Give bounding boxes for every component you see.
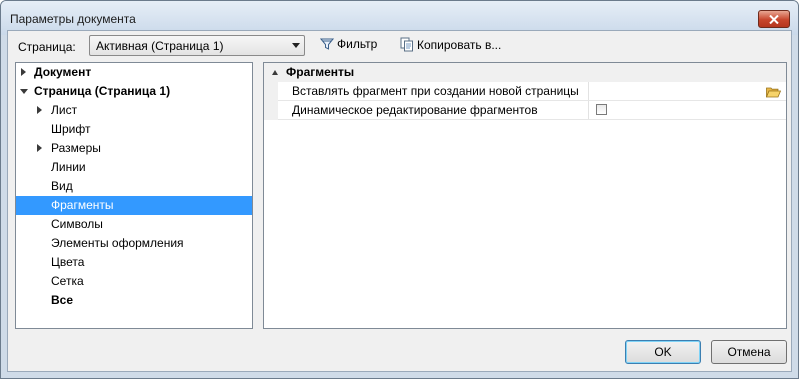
page-select[interactable]: Активная (Страница 1): [89, 35, 305, 56]
property-row-insert-fragment[interactable]: Вставлять фрагмент при создании новой ст…: [278, 82, 786, 101]
chevron-down-icon: [292, 43, 300, 48]
window-title: Параметры документа: [10, 12, 136, 26]
tree-item-dimensions[interactable]: Размеры: [16, 139, 252, 158]
column-divider: [588, 101, 589, 119]
filter-icon: [320, 38, 334, 50]
tree-item-label: Элементы оформления: [51, 236, 184, 250]
cancel-button[interactable]: Отмена: [711, 340, 787, 364]
dynamic-editing-checkbox[interactable]: [596, 104, 607, 115]
tree-item-label: Все: [51, 293, 74, 307]
tree-item-font[interactable]: Шрифт: [16, 120, 252, 139]
copy-to-label: Копировать в...: [417, 37, 502, 52]
close-button[interactable]: [758, 10, 790, 28]
tree-item-label: Лист: [51, 103, 78, 117]
tree-item-symbols[interactable]: Символы: [16, 215, 252, 234]
property-name: Динамическое редактирование фрагментов: [292, 103, 538, 117]
page-select-value: Активная (Страница 1): [96, 39, 224, 53]
tree-item-page[interactable]: Страница (Страница 1): [16, 82, 252, 101]
category-row-fragments[interactable]: Фрагменты: [264, 63, 786, 82]
expand-icon[interactable]: [21, 68, 26, 76]
tree-item-label: Линии: [51, 160, 86, 174]
property-name: Вставлять фрагмент при создании новой ст…: [292, 84, 579, 98]
tree-item-label: Шрифт: [51, 122, 91, 136]
dialog-window: Параметры документа Страница: Активная (…: [0, 0, 799, 379]
tree-item-design-elements[interactable]: Элементы оформления: [16, 234, 252, 253]
tree-item-label: Сетка: [51, 274, 84, 288]
tree-item-fragments[interactable]: Фрагменты: [16, 196, 252, 215]
column-divider: [588, 82, 589, 100]
tree-item-lines[interactable]: Линии: [16, 158, 252, 177]
tree-item-label: Символы: [51, 217, 103, 231]
tree-item-label: Страница (Страница 1): [34, 84, 171, 98]
expand-icon[interactable]: [37, 106, 42, 114]
property-grid: Фрагменты Вставлять фрагмент при создани…: [263, 62, 787, 329]
tree-item-label: Фрагменты: [51, 198, 114, 212]
page-label: Страница:: [18, 40, 76, 54]
tree-item-document[interactable]: Документ: [16, 63, 252, 82]
expand-icon[interactable]: [37, 144, 42, 152]
tree-item-view[interactable]: Вид: [16, 177, 252, 196]
copy-to-button[interactable]: Копировать в...: [400, 37, 501, 52]
property-gutter: [264, 82, 278, 120]
tree-item-colors[interactable]: Цвета: [16, 253, 252, 272]
ok-button[interactable]: OK: [625, 340, 701, 364]
close-icon: [769, 14, 779, 24]
dialog-content: Страница: Активная (Страница 1) Фильтр К…: [7, 30, 792, 372]
tree-item-label: Цвета: [51, 255, 85, 269]
tree-item-sheet[interactable]: Лист: [16, 101, 252, 120]
tree-item-label: Размеры: [51, 141, 101, 155]
property-row-dynamic-editing[interactable]: Динамическое редактирование фрагментов: [278, 101, 786, 120]
tree-item-label: Документ: [34, 65, 92, 79]
tree-item-grid[interactable]: Сетка: [16, 272, 252, 291]
collapse-icon[interactable]: [20, 89, 28, 94]
settings-tree[interactable]: Документ Страница (Страница 1) Лист Шриф…: [15, 62, 253, 329]
collapse-icon[interactable]: [272, 70, 278, 75]
tree-item-all[interactable]: Все: [16, 291, 252, 310]
category-label: Фрагменты: [286, 65, 355, 79]
tree-item-label: Вид: [51, 179, 73, 193]
filter-label: Фильтр: [337, 37, 378, 51]
filter-button[interactable]: Фильтр: [320, 37, 377, 51]
copy-icon: [400, 37, 413, 52]
